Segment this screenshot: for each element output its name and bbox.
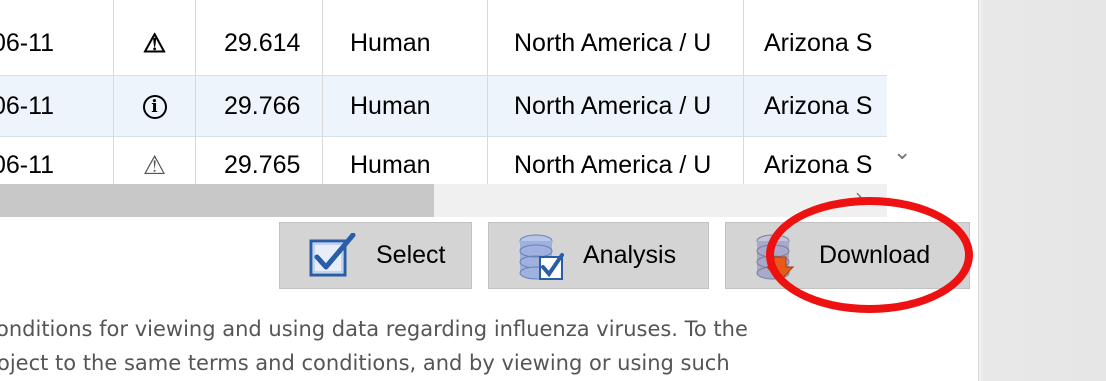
- value-cell: 29.765: [224, 151, 301, 179]
- horizontal-scrollbar[interactable]: [0, 184, 887, 217]
- date-cell: 06-11: [0, 151, 55, 179]
- table-row[interactable]: 06-11 ⚠ 29.765 Human North America / U A…: [0, 138, 887, 185]
- host-cell: Human: [350, 151, 431, 179]
- scroll-down-icon[interactable]: ⌄: [893, 140, 911, 165]
- state-cell: Arizona S: [764, 92, 873, 120]
- column-divider: [743, 0, 744, 185]
- warning-icon: ⚠: [142, 28, 167, 58]
- info-icon: i: [142, 95, 167, 120]
- value-cell: 29.766: [224, 92, 301, 120]
- warning-outline-icon: ⚠: [142, 150, 167, 180]
- download-button[interactable]: Download: [725, 222, 970, 289]
- location-cell: North America / U: [514, 151, 712, 179]
- results-table: 06-11 ⚠ 29.614 Human North America / U A…: [0, 0, 887, 185]
- terms-line: oject to the same terms and conditions, …: [0, 351, 730, 375]
- select-button-label: Select: [376, 241, 446, 269]
- download-button-label: Download: [819, 241, 931, 269]
- right-panel: [978, 0, 1106, 381]
- terms-text: onditions for viewing and using data reg…: [0, 312, 966, 381]
- database-download-icon: [753, 233, 807, 290]
- column-divider: [487, 0, 488, 185]
- terms-line: onditions for viewing and using data reg…: [0, 317, 748, 341]
- table-row[interactable]: 06-11 i 29.766 Human North America / U A…: [0, 75, 887, 137]
- database-check-icon: [516, 233, 570, 290]
- host-cell: Human: [350, 29, 431, 57]
- analysis-button[interactable]: Analysis: [488, 222, 709, 289]
- column-divider: [195, 0, 196, 185]
- column-divider: [113, 0, 114, 185]
- location-cell: North America / U: [514, 29, 712, 57]
- host-cell: Human: [350, 92, 431, 120]
- column-divider: [322, 0, 323, 185]
- table-row[interactable]: 06-11 ⚠ 29.614 Human North America / U A…: [0, 13, 887, 73]
- state-cell: Arizona S: [764, 151, 873, 179]
- checkbox-icon: [308, 232, 358, 286]
- date-cell: 06-11: [0, 29, 55, 57]
- date-cell: 06-11: [0, 92, 55, 120]
- location-cell: North America / U: [514, 92, 712, 120]
- select-button[interactable]: Select: [279, 222, 472, 289]
- scrollbar-thumb[interactable]: [0, 184, 434, 217]
- value-cell: 29.614: [224, 29, 301, 57]
- analysis-button-label: Analysis: [583, 241, 677, 269]
- state-cell: Arizona S: [764, 29, 873, 57]
- scroll-right-icon[interactable]: ›: [855, 184, 863, 208]
